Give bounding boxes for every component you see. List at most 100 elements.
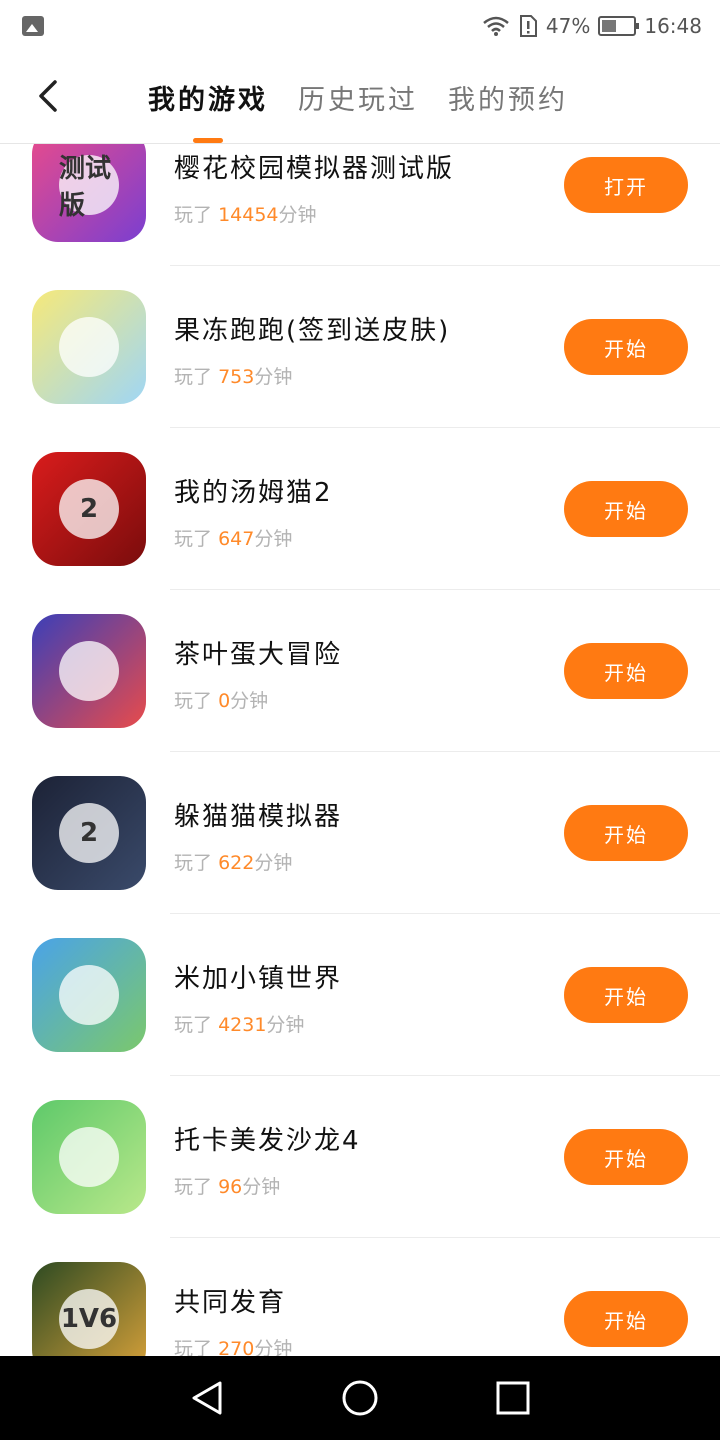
game-title[interactable]: 米加小镇世界 <box>174 958 342 995</box>
play-time: 玩了 4231分钟 <box>174 1010 304 1037</box>
play-time-unit: 分钟 <box>254 1338 293 1356</box>
game-icon-glyph: 2 <box>79 818 99 848</box>
game-title[interactable]: 果冻跑跑(签到送皮肤) <box>174 310 450 347</box>
system-nav-bar <box>0 1356 720 1440</box>
game-action-button[interactable]: 开始 <box>564 805 688 861</box>
play-time: 玩了 96分钟 <box>174 1172 280 1199</box>
game-action-button[interactable]: 开始 <box>564 319 688 375</box>
play-time: 玩了 14454分钟 <box>174 200 317 227</box>
game-action-button[interactable]: 开始 <box>564 1129 688 1185</box>
play-time: 玩了 0分钟 <box>174 686 268 713</box>
play-time: 玩了 753分钟 <box>174 362 292 389</box>
game-action-button[interactable]: 开始 <box>564 967 688 1023</box>
alert-icon <box>519 15 537 37</box>
game-icon-badge <box>59 317 119 377</box>
game-list[interactable]: 测试版 樱花校园模拟器测试版 玩了 14454分钟 打开 果冻跑跑(签到送皮肤)… <box>0 144 720 1356</box>
game-action-button[interactable]: 开始 <box>564 481 688 537</box>
game-icon-glyph: 1V6 <box>60 1304 118 1334</box>
play-time-unit: 分钟 <box>278 204 317 226</box>
game-icon-badge: 测试版 <box>59 154 119 221</box>
game-action-button[interactable]: 打开 <box>564 157 688 213</box>
circle-home-icon <box>342 1380 378 1416</box>
game-icon-glyph: 2 <box>79 494 99 524</box>
game-row[interactable]: 2 我的汤姆猫2 玩了 647分钟 开始 <box>0 428 720 590</box>
play-time-prefix: 玩了 <box>174 1338 213 1356</box>
game-icon[interactable] <box>32 938 146 1052</box>
game-row[interactable]: 2 躲猫猫模拟器 玩了 622分钟 开始 <box>0 752 720 914</box>
game-icon[interactable]: 测试版 <box>32 144 146 242</box>
play-time-prefix: 玩了 <box>174 366 213 388</box>
game-icon-badge <box>59 641 119 701</box>
play-time-prefix: 玩了 <box>174 528 213 550</box>
game-row[interactable]: 测试版 樱花校园模拟器测试版 玩了 14454分钟 打开 <box>0 144 720 266</box>
game-icon-badge <box>59 1127 119 1187</box>
game-icon[interactable]: 2 <box>32 452 146 566</box>
tab-history[interactable]: 历史玩过 <box>298 78 418 117</box>
game-row[interactable]: 果冻跑跑(签到送皮肤) 玩了 753分钟 开始 <box>0 266 720 428</box>
game-icon-badge: 2 <box>59 479 119 539</box>
game-title[interactable]: 樱花校园模拟器测试版 <box>174 148 454 185</box>
play-time-minutes: 14454 <box>218 204 279 226</box>
play-time-unit: 分钟 <box>254 528 293 550</box>
game-action-button[interactable]: 开始 <box>564 1291 688 1347</box>
chevron-left-icon <box>39 80 57 112</box>
game-title[interactable]: 托卡美发沙龙4 <box>174 1120 361 1157</box>
play-time-minutes: 622 <box>218 852 255 874</box>
play-time-unit: 分钟 <box>242 1176 281 1198</box>
play-time: 玩了 622分钟 <box>174 848 292 875</box>
game-action-button[interactable]: 开始 <box>564 643 688 699</box>
game-row[interactable]: 米加小镇世界 玩了 4231分钟 开始 <box>0 914 720 1076</box>
nav-recents-button[interactable] <box>483 1368 543 1428</box>
game-title[interactable]: 我的汤姆猫2 <box>174 472 333 509</box>
header: 我的游戏 历史玩过 我的预约 <box>0 52 720 144</box>
game-title[interactable]: 共同发育 <box>174 1282 286 1319</box>
play-time-minutes: 270 <box>218 1338 255 1356</box>
tab-my-games[interactable]: 我的游戏 <box>148 78 268 117</box>
back-button[interactable] <box>28 76 68 116</box>
game-list-inner: 测试版 樱花校园模拟器测试版 玩了 14454分钟 打开 果冻跑跑(签到送皮肤)… <box>0 144 720 1356</box>
tab-reservations[interactable]: 我的预约 <box>448 78 568 117</box>
game-icon[interactable] <box>32 290 146 404</box>
game-icon-badge: 2 <box>59 803 119 863</box>
game-row[interactable]: 托卡美发沙龙4 玩了 96分钟 开始 <box>0 1076 720 1238</box>
game-title[interactable]: 茶叶蛋大冒险 <box>174 634 342 671</box>
square-recents-icon <box>496 1381 530 1415</box>
play-time-prefix: 玩了 <box>174 690 213 712</box>
play-time-prefix: 玩了 <box>174 204 213 226</box>
battery-icon <box>598 16 640 36</box>
play-time-prefix: 玩了 <box>174 1176 213 1198</box>
game-icon[interactable]: 2 <box>32 776 146 890</box>
play-time-prefix: 玩了 <box>174 1014 213 1036</box>
play-time-unit: 分钟 <box>254 852 293 874</box>
play-time-minutes: 647 <box>218 528 255 550</box>
play-time-unit: 分钟 <box>230 690 269 712</box>
game-icon[interactable] <box>32 614 146 728</box>
wifi-icon <box>483 16 509 36</box>
tab-bar: 我的游戏 历史玩过 我的预约 <box>148 78 568 117</box>
game-row[interactable]: 茶叶蛋大冒险 玩了 0分钟 开始 <box>0 590 720 752</box>
play-time-minutes: 0 <box>218 690 231 712</box>
game-icon-badge: 1V6 <box>59 1289 119 1349</box>
triangle-back-icon <box>192 1381 222 1415</box>
game-row[interactable]: 1V6 共同发育 玩了 270分钟 开始 <box>0 1238 720 1356</box>
game-title[interactable]: 躲猫猫模拟器 <box>174 796 342 833</box>
active-tab-indicator <box>193 138 223 143</box>
battery-level-fill <box>602 20 617 32</box>
play-time: 玩了 270分钟 <box>174 1334 292 1356</box>
play-time: 玩了 647分钟 <box>174 524 292 551</box>
play-time-unit: 分钟 <box>266 1014 305 1036</box>
game-icon[interactable] <box>32 1100 146 1214</box>
play-time-minutes: 96 <box>218 1176 243 1198</box>
game-icon-glyph: 测试版 <box>59 154 112 221</box>
play-time-minutes: 753 <box>218 366 255 388</box>
status-bar: 47% 16:48 <box>0 0 720 52</box>
game-icon[interactable]: 1V6 <box>32 1262 146 1356</box>
nav-home-button[interactable] <box>330 1368 390 1428</box>
battery-percent: 47% <box>545 14 591 38</box>
clock: 16:48 <box>644 14 702 38</box>
nav-back-button[interactable] <box>177 1368 237 1428</box>
game-icon-badge <box>59 965 119 1025</box>
play-time-unit: 分钟 <box>254 366 293 388</box>
play-time-prefix: 玩了 <box>174 852 213 874</box>
play-time-minutes: 4231 <box>218 1014 267 1036</box>
